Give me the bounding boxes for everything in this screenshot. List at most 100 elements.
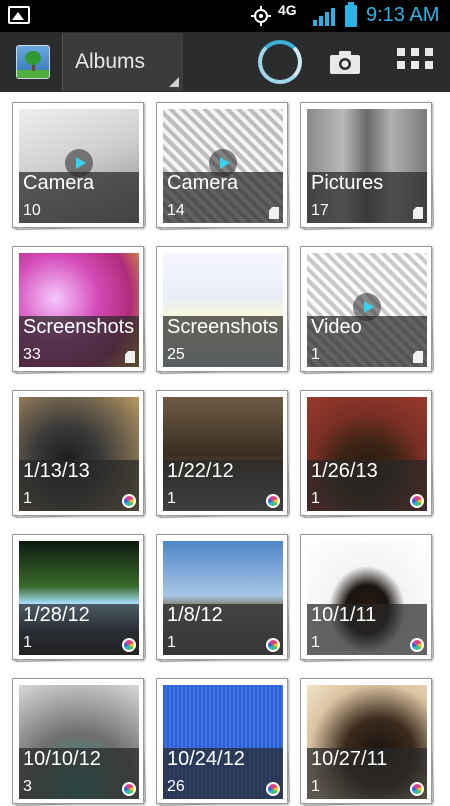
album-tile[interactable]: 10/27/11 1 xyxy=(299,677,435,806)
picasa-icon xyxy=(122,494,136,508)
album-thumbnail: 10/24/12 26 xyxy=(163,685,283,799)
album-info-band: Screenshots 25 xyxy=(163,316,283,367)
sd-card-icon xyxy=(413,351,423,363)
album-count: 1 xyxy=(167,490,176,507)
album-name: 10/27/11 xyxy=(311,748,388,770)
album-tile[interactable]: Screenshots 25 xyxy=(155,245,291,375)
gallery-app-icon[interactable] xyxy=(16,45,50,79)
album-name: 1/8/12 xyxy=(167,604,223,626)
album-name: Screenshots xyxy=(23,316,135,338)
album-tile[interactable]: 10/1/11 1 xyxy=(299,533,435,663)
album-name: Pictures xyxy=(311,172,384,194)
album-card: 1/8/12 1 xyxy=(156,534,288,660)
album-card: Pictures 17 xyxy=(300,102,432,228)
album-tile[interactable]: 1/28/12 1 xyxy=(11,533,147,663)
loading-spinner-icon xyxy=(258,40,302,84)
album-view-dropdown[interactable]: Albums xyxy=(62,33,183,91)
action-bar: Albums xyxy=(0,32,450,92)
album-count: 25 xyxy=(167,346,185,363)
album-count: 26 xyxy=(167,778,185,795)
picasa-icon xyxy=(122,638,136,652)
album-thumbnail: Screenshots 25 xyxy=(163,253,283,367)
album-name: 10/10/12 xyxy=(23,748,101,770)
album-count: 17 xyxy=(311,202,329,219)
album-card: 1/26/13 1 xyxy=(300,390,432,516)
album-thumbnail: 10/10/12 3 xyxy=(19,685,139,799)
dropdown-indicator-icon xyxy=(169,77,179,87)
gps-icon xyxy=(251,6,271,26)
album-count: 1 xyxy=(311,490,320,507)
grid-view-icon[interactable] xyxy=(397,48,433,76)
picasa-icon xyxy=(266,494,280,508)
album-thumbnail: Screenshots 33 xyxy=(19,253,139,367)
album-tile[interactable]: Screenshots 33 xyxy=(11,245,147,375)
album-tile[interactable]: 1/22/12 1 xyxy=(155,389,291,519)
album-card: Camera 14 xyxy=(156,102,288,228)
signal-strength-icon xyxy=(313,8,335,26)
album-thumbnail: 1/22/12 1 xyxy=(163,397,283,511)
album-count: 1 xyxy=(311,634,320,651)
album-info-band: 10/10/12 3 xyxy=(19,748,139,799)
album-tile[interactable]: 10/24/12 26 xyxy=(155,677,291,806)
album-count: 10 xyxy=(23,202,41,219)
album-card: 1/28/12 1 xyxy=(12,534,144,660)
album-name: 1/13/13 xyxy=(23,460,90,482)
album-thumbnail: Camera 10 xyxy=(19,109,139,223)
album-tile[interactable]: 1/8/12 1 xyxy=(155,533,291,663)
album-info-band: Camera 10 xyxy=(19,172,139,223)
album-info-band: 1/28/12 1 xyxy=(19,604,139,655)
album-tile[interactable]: 1/13/13 1 xyxy=(11,389,147,519)
album-name: 1/26/13 xyxy=(311,460,378,482)
album-count: 1 xyxy=(23,634,32,651)
album-name: Camera xyxy=(167,172,239,194)
album-card: 10/24/12 26 xyxy=(156,678,288,804)
album-thumbnail: 10/1/11 1 xyxy=(307,541,427,655)
album-info-band: 1/26/13 1 xyxy=(307,460,427,511)
picasa-icon xyxy=(410,782,424,796)
album-name: 10/24/12 xyxy=(167,748,245,770)
picasa-icon xyxy=(266,782,280,796)
album-info-band: Pictures 17 xyxy=(307,172,427,223)
album-card: 10/27/11 1 xyxy=(300,678,432,804)
album-thumbnail: Pictures 17 xyxy=(307,109,427,223)
sd-card-icon xyxy=(413,207,423,219)
album-card: 10/1/11 1 xyxy=(300,534,432,660)
picasa-icon xyxy=(266,638,280,652)
album-thumbnail: 1/13/13 1 xyxy=(19,397,139,511)
album-info-band: Camera 14 xyxy=(163,172,283,223)
album-name: Camera xyxy=(23,172,95,194)
network-type-label: 4G xyxy=(278,2,297,18)
album-tile[interactable]: 1/26/13 1 xyxy=(299,389,435,519)
album-card: 10/10/12 3 xyxy=(12,678,144,804)
album-info-band: 10/1/11 1 xyxy=(307,604,427,655)
album-info-band: Video 1 xyxy=(307,316,427,367)
album-card: 1/13/13 1 xyxy=(12,390,144,516)
sd-card-icon xyxy=(269,207,279,219)
picasa-icon xyxy=(122,782,136,796)
album-name: Video xyxy=(311,316,362,338)
album-tile[interactable]: Video 1 xyxy=(299,245,435,375)
album-name: Screenshots xyxy=(167,316,279,338)
album-info-band: 10/27/11 1 xyxy=(307,748,427,799)
album-tile[interactable]: Camera 14 xyxy=(155,101,291,231)
album-card: Screenshots 25 xyxy=(156,246,288,372)
album-tile[interactable]: Pictures 17 xyxy=(299,101,435,231)
album-tile[interactable]: 10/10/12 3 xyxy=(11,677,147,806)
album-info-band: 1/13/13 1 xyxy=(19,460,139,511)
album-name: 1/28/12 xyxy=(23,604,90,626)
album-count: 1 xyxy=(311,346,320,363)
album-name: 10/1/11 xyxy=(311,604,377,626)
album-view-label: Albums xyxy=(75,50,146,73)
album-tile[interactable]: Camera 10 xyxy=(11,101,147,231)
album-count: 1 xyxy=(23,490,32,507)
album-thumbnail: Video 1 xyxy=(307,253,427,367)
album-name: 1/22/12 xyxy=(167,460,234,482)
album-count: 14 xyxy=(167,202,185,219)
camera-icon[interactable] xyxy=(330,50,360,74)
album-card: 1/22/12 1 xyxy=(156,390,288,516)
album-card: Camera 10 xyxy=(12,102,144,228)
album-count: 3 xyxy=(23,778,32,795)
album-grid: Camera 10 Camera 14 Pictures 17 Screenshots 33 S… xyxy=(0,92,450,806)
album-thumbnail: 10/27/11 1 xyxy=(307,685,427,799)
album-thumbnail: 1/26/13 1 xyxy=(307,397,427,511)
